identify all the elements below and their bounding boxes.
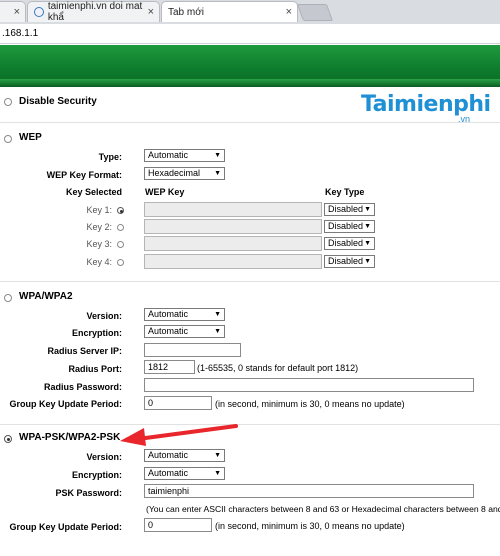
wep-key-format-label: WEP Key Format: [46,170,122,180]
select-value: Disabled [328,238,364,248]
psk-group-key-input[interactable]: 0 [144,518,212,532]
key-3-type-select[interactable]: Disabled ▼ [324,237,375,250]
psk-encryption-select[interactable]: Automatic ▼ [144,467,225,480]
chevron-down-icon: ▼ [214,328,221,335]
wpa-version-label: Version: [86,311,122,321]
radius-port-hint: (1-65535, 0 stands for default port 1812… [197,363,359,373]
radius-server-ip-label: Radius Server IP: [47,346,122,356]
taimienphi-logo: Taimienphi [361,92,491,117]
select-value: Automatic [148,326,189,336]
divider [0,281,500,282]
wpa-psk-radio[interactable] [4,435,12,443]
psk-password-label: PSK Password: [55,488,122,498]
chevron-down-icon: ▼ [364,206,371,213]
radius-port-label: Radius Port: [68,364,122,374]
address-bar[interactable]: .168.1.1 [0,24,500,44]
select-value: Automatic [148,309,189,319]
chevron-down-icon: ▼ [214,170,221,177]
wpa-version-select[interactable]: Automatic ▼ [144,308,225,321]
divider [0,122,500,123]
psk-encryption-label: Encryption: [71,470,122,480]
chevron-down-icon: ▼ [364,223,371,230]
radius-server-ip-input[interactable] [144,343,241,357]
wpa-group-key-input[interactable]: 0 [144,396,212,410]
select-value: Automatic [148,450,189,460]
key-2-label: Key 2: [86,222,112,232]
key-1-input[interactable] [144,202,322,217]
key-type-header: Key Type [325,187,365,197]
psk-group-key-label: Group Key Update Period: [9,522,122,532]
select-value: Disabled [328,221,364,231]
key-4-radio[interactable] [117,259,124,266]
key-4-type-select[interactable]: Disabled ▼ [324,255,375,268]
browser-tab-bar: × taimienphi.vn doi mat khẩ × Tab mới × [0,0,500,25]
radius-password-input[interactable] [144,378,474,392]
select-value: Disabled [328,204,364,214]
wep-label: WEP [19,132,42,143]
disable-security-label: Disable Security [19,96,97,107]
new-tab-button[interactable] [296,4,334,21]
wep-radio[interactable] [4,135,12,143]
browser-tab-1[interactable]: × [0,1,26,22]
psk-password-hint: (You can enter ASCII characters between … [146,504,500,514]
tab-close-icon[interactable]: × [14,6,20,18]
chevron-down-icon: ▼ [214,452,221,459]
browser-tab-2[interactable]: taimienphi.vn doi mat khẩ × [27,1,160,23]
chevron-down-icon: ▼ [214,311,221,318]
psk-password-input[interactable]: taimienphi [144,484,474,498]
wpa-psk-label: WPA-PSK/WPA2-PSK [19,432,121,443]
wpa-wpa2-radio[interactable] [4,294,12,302]
key-2-input[interactable] [144,219,322,234]
tab-label: Tab mới [168,6,205,18]
select-value: Disabled [328,256,364,266]
select-value: Automatic [148,468,189,478]
site-favicon-icon [34,7,44,17]
wpa-encryption-select[interactable]: Automatic ▼ [144,325,225,338]
key-3-label: Key 3: [86,239,112,249]
tab-label: taimienphi.vn doi mat khẩ [47,1,143,23]
wep-key-header: WEP Key [145,187,185,197]
wep-type-label: Type: [98,152,122,162]
disable-security-radio[interactable] [4,98,12,106]
chevron-down-icon: ▼ [364,258,371,265]
key-3-input[interactable] [144,236,322,251]
key-4-input[interactable] [144,254,322,269]
key-3-radio[interactable] [117,241,124,248]
psk-group-key-hint: (in second, minimum is 30, 0 means no up… [215,521,405,531]
key-2-type-select[interactable]: Disabled ▼ [324,220,375,233]
annotation-arrow-icon [120,424,238,446]
divider [0,424,500,425]
tab-close-icon[interactable]: × [148,6,154,18]
radius-password-label: Radius Password: [43,382,122,392]
key-1-type-select[interactable]: Disabled ▼ [324,203,375,216]
wpa-group-key-hint: (in second, minimum is 30, 0 means no up… [215,399,405,409]
tab-close-icon[interactable]: × [286,6,292,18]
psk-version-select[interactable]: Automatic ▼ [144,449,225,462]
browser-tab-3[interactable]: Tab mới × [161,1,298,22]
chevron-down-icon: ▼ [214,152,221,159]
select-value: Automatic [148,150,189,160]
wpa-group-key-label: Group Key Update Period: [9,399,122,409]
wep-type-select[interactable]: Automatic ▼ [144,149,225,162]
psk-version-label: Version: [86,452,122,462]
key-1-label: Key 1: [86,205,112,215]
radius-port-input[interactable]: 1812 [144,360,195,374]
wpa-wpa2-label: WPA/WPA2 [19,291,73,302]
wep-key-format-select[interactable]: Hexadecimal ▼ [144,167,225,180]
router-header-banner [0,45,500,87]
wpa-encryption-label: Encryption: [71,328,122,338]
select-value: Hexadecimal [148,168,201,178]
key-2-radio[interactable] [117,224,124,231]
key-4-label: Key 4: [86,257,112,267]
key-1-radio[interactable] [117,207,124,214]
chevron-down-icon: ▼ [364,240,371,247]
chevron-down-icon: ▼ [214,470,221,477]
key-selected-header: Key Selected [65,187,122,197]
